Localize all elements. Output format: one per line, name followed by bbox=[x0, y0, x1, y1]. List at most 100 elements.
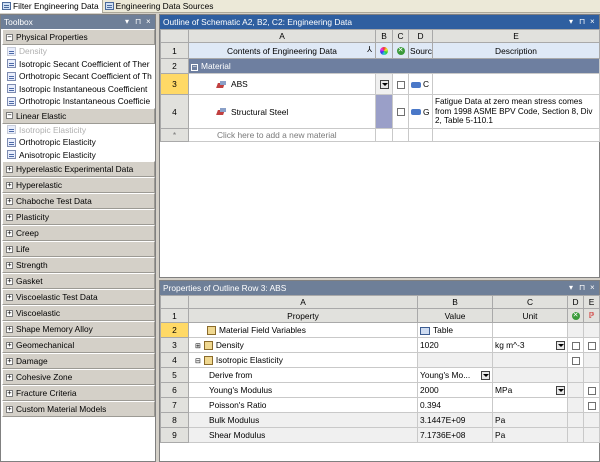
expand-icon[interactable]: + bbox=[6, 197, 13, 205]
chevron-down-icon[interactable] bbox=[556, 341, 565, 350]
suppress-cell[interactable] bbox=[392, 73, 409, 95]
show-cell[interactable] bbox=[567, 337, 584, 353]
expand-icon[interactable]: + bbox=[6, 245, 13, 253]
param-cell[interactable] bbox=[583, 382, 600, 398]
property-cell[interactable]: Young's Modulus bbox=[188, 382, 418, 398]
dropdown-icon[interactable]: ▾ bbox=[125, 17, 129, 26]
show-cell[interactable] bbox=[567, 352, 584, 368]
toolbox-section[interactable]: + Fracture Criteria bbox=[2, 385, 155, 401]
pin-icon[interactable]: ⊓ bbox=[135, 17, 141, 26]
toolbox-section[interactable]: + Custom Material Models bbox=[2, 401, 155, 417]
table-row[interactable]: 7 Poisson's Ratio 0.394 bbox=[160, 397, 600, 413]
toolbox-item[interactable]: Anisotropic Elasticity bbox=[1, 149, 155, 162]
toolbox-section[interactable]: + Hyperelastic Experimental Data bbox=[2, 161, 155, 177]
table-row[interactable]: 4 Structural Steel G Fatigue Data at zer… bbox=[160, 94, 600, 129]
expand-icon[interactable]: + bbox=[6, 309, 13, 317]
value-cell[interactable]: 2000 bbox=[417, 382, 493, 398]
toolbox-section[interactable]: + Hyperelastic bbox=[2, 177, 155, 193]
expand-icon[interactable]: + bbox=[6, 213, 13, 221]
close-icon[interactable]: × bbox=[590, 17, 595, 26]
toolbox-section[interactable]: + Viscoelastic Test Data bbox=[2, 289, 155, 305]
color-swatch[interactable] bbox=[375, 94, 393, 129]
expand-icon[interactable]: + bbox=[6, 405, 13, 413]
value-cell[interactable]: Table bbox=[417, 322, 493, 338]
toolbox-section[interactable]: + Gasket bbox=[2, 273, 155, 289]
close-icon[interactable]: × bbox=[146, 17, 151, 26]
expand-icon[interactable]: + bbox=[6, 165, 13, 173]
material-name-cell[interactable]: ABS bbox=[188, 73, 376, 95]
dropdown-icon[interactable]: ▾ bbox=[569, 283, 573, 292]
suppress-checkbox[interactable] bbox=[396, 80, 405, 89]
property-cell[interactable]: ⊞ Density bbox=[188, 337, 418, 353]
show-checkbox[interactable] bbox=[571, 356, 580, 365]
toolbox-section[interactable]: − Physical Properties bbox=[2, 29, 155, 45]
param-cell[interactable] bbox=[583, 337, 600, 353]
table-row[interactable]: 2 Material Field Variables Table bbox=[160, 322, 600, 338]
chevron-down-icon[interactable] bbox=[481, 371, 490, 380]
toolbox-section[interactable]: + Plasticity bbox=[2, 209, 155, 225]
toolbox-section[interactable]: − Linear Elastic bbox=[2, 107, 155, 124]
expand-icon[interactable]: + bbox=[6, 181, 13, 189]
property-cell[interactable]: ⊟ Isotropic Elasticity bbox=[188, 352, 418, 368]
expand-icon[interactable]: + bbox=[6, 389, 13, 397]
toolbox-section[interactable]: + Damage bbox=[2, 353, 155, 369]
col-header-contents[interactable]: Contents of Engineering Data ⅄ bbox=[188, 42, 376, 59]
property-cell[interactable]: Material Field Variables bbox=[188, 322, 418, 338]
expand-icon[interactable]: + bbox=[6, 341, 13, 349]
unit-cell[interactable]: MPa bbox=[492, 382, 568, 398]
tab-engineering-data-sources[interactable]: Engineering Data Sources bbox=[103, 0, 217, 13]
toolbox-section[interactable]: + Life bbox=[2, 241, 155, 257]
table-row[interactable]: 8 Bulk Modulus 3.1447E+09 Pa bbox=[160, 412, 600, 428]
expand-icon[interactable]: + bbox=[6, 325, 13, 333]
dropdown-icon[interactable]: ▾ bbox=[569, 17, 573, 26]
close-icon[interactable]: × bbox=[590, 283, 595, 292]
toolbox-item[interactable]: Orthotropic Instantaneous Coefficie bbox=[1, 95, 155, 108]
table-row[interactable]: 9 Shear Modulus 7.1736E+08 Pa bbox=[160, 427, 600, 443]
pin-icon[interactable]: ⊓ bbox=[579, 17, 585, 26]
toolbox-item[interactable]: Orthotropic Secant Coefficient of Th bbox=[1, 70, 155, 83]
expand-icon[interactable]: + bbox=[6, 373, 13, 381]
add-material-placeholder[interactable]: Click here to add a new material bbox=[188, 128, 376, 142]
table-row[interactable]: 5 Derive from Young's Mo... bbox=[160, 367, 600, 383]
chevron-down-icon[interactable] bbox=[379, 80, 389, 90]
material-group-row[interactable]: − Material bbox=[188, 58, 600, 74]
suppress-checkbox[interactable] bbox=[396, 108, 405, 117]
chevron-down-icon[interactable] bbox=[556, 386, 565, 395]
param-cell[interactable] bbox=[583, 397, 600, 413]
show-checkbox[interactable] bbox=[571, 341, 580, 350]
collapse-icon[interactable]: − bbox=[6, 112, 13, 119]
toolbox-section[interactable]: + Viscoelastic bbox=[2, 305, 155, 321]
table-row[interactable]: 4 ⊟ Isotropic Elasticity bbox=[160, 352, 600, 368]
pin-icon[interactable]: ⊓ bbox=[579, 283, 585, 292]
toolbox-section[interactable]: + Geomechanical bbox=[2, 337, 155, 353]
toolbox-item[interactable]: Orthotropic Elasticity bbox=[1, 136, 155, 149]
toolbox-section[interactable]: + Chaboche Test Data bbox=[2, 193, 155, 209]
unit-cell[interactable]: kg m^-3 bbox=[492, 337, 568, 353]
parameter-checkbox[interactable] bbox=[587, 341, 596, 350]
toolbox-section[interactable]: + Cohesive Zone bbox=[2, 369, 155, 385]
collapse-icon[interactable]: − bbox=[191, 64, 198, 71]
value-cell[interactable]: Young's Mo... bbox=[417, 367, 493, 383]
toolbox-section[interactable]: + Strength bbox=[2, 257, 155, 273]
property-cell[interactable]: Poisson's Ratio bbox=[188, 397, 418, 413]
expand-icon[interactable]: ⊞ bbox=[195, 343, 201, 350]
expand-icon[interactable]: + bbox=[6, 293, 13, 301]
table-row[interactable]: 3 ABS C bbox=[160, 73, 600, 95]
new-material-row[interactable]: * Click here to add a new material bbox=[160, 128, 600, 142]
expand-icon[interactable]: + bbox=[6, 261, 13, 269]
toolbox-item[interactable]: Isotropic Secant Coefficient of Ther bbox=[1, 58, 155, 71]
suppress-cell[interactable] bbox=[392, 94, 409, 129]
expand-icon[interactable]: + bbox=[6, 357, 13, 365]
toolbox-item[interactable]: Isotropic Instantaneous Coefficient bbox=[1, 83, 155, 96]
value-cell[interactable]: 0.394 bbox=[417, 397, 493, 413]
property-cell[interactable]: Derive from bbox=[188, 367, 418, 383]
parameter-checkbox[interactable] bbox=[587, 401, 596, 410]
expand-icon[interactable]: + bbox=[6, 229, 13, 237]
material-name-cell[interactable]: Structural Steel bbox=[188, 94, 376, 129]
expand-icon[interactable]: + bbox=[6, 277, 13, 285]
value-cell[interactable]: 1020 bbox=[417, 337, 493, 353]
toolbox-section[interactable]: + Shape Memory Alloy bbox=[2, 321, 155, 337]
tab-filter-engineering-data[interactable]: Filter Engineering Data bbox=[0, 0, 103, 13]
color-dropdown[interactable] bbox=[375, 73, 393, 95]
table-row[interactable]: 3 ⊞ Density 1020 kg m^-3 bbox=[160, 337, 600, 353]
